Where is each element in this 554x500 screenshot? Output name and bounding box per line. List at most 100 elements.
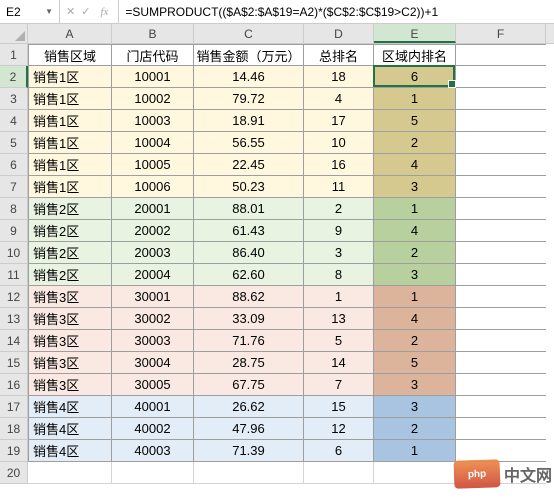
- cell[interactable]: 1: [304, 286, 374, 308]
- cell[interactable]: 销售4区: [28, 440, 112, 462]
- row-header-8[interactable]: 8: [0, 198, 28, 220]
- cell[interactable]: [456, 88, 546, 110]
- row-header-19[interactable]: 19: [0, 440, 28, 462]
- cell[interactable]: 20002: [112, 220, 194, 242]
- header-cell[interactable]: 区域内排名: [374, 44, 456, 66]
- cell[interactable]: 3: [374, 264, 456, 286]
- cell[interactable]: 15: [304, 396, 374, 418]
- cell[interactable]: [374, 462, 456, 484]
- row-header-3[interactable]: 3: [0, 88, 28, 110]
- header-cell[interactable]: 总排名: [304, 44, 374, 66]
- cell[interactable]: 88.01: [194, 198, 304, 220]
- cell[interactable]: 13: [304, 308, 374, 330]
- cell[interactable]: 销售2区: [28, 198, 112, 220]
- cell[interactable]: 销售3区: [28, 286, 112, 308]
- cell[interactable]: 销售3区: [28, 374, 112, 396]
- cell[interactable]: 2: [304, 198, 374, 220]
- cell[interactable]: 30003: [112, 330, 194, 352]
- col-header-B[interactable]: B: [112, 24, 194, 43]
- cell[interactable]: 4: [374, 220, 456, 242]
- cell[interactable]: 销售4区: [28, 396, 112, 418]
- cell[interactable]: 88.62: [194, 286, 304, 308]
- cell[interactable]: 67.75: [194, 374, 304, 396]
- col-header-E[interactable]: E: [374, 24, 456, 43]
- cell[interactable]: 10004: [112, 132, 194, 154]
- cell[interactable]: 33.09: [194, 308, 304, 330]
- cell[interactable]: [456, 132, 546, 154]
- cell[interactable]: 销售3区: [28, 352, 112, 374]
- header-cell[interactable]: 门店代码: [112, 44, 194, 66]
- cell[interactable]: 11: [304, 176, 374, 198]
- name-box[interactable]: E2 ▼: [0, 0, 60, 23]
- col-header-D[interactable]: D: [304, 24, 374, 43]
- cell[interactable]: 22.45: [194, 154, 304, 176]
- row-header-2[interactable]: 2: [0, 66, 28, 88]
- cell[interactable]: [456, 374, 546, 396]
- cell[interactable]: 20001: [112, 198, 194, 220]
- cell[interactable]: 17: [304, 110, 374, 132]
- select-all-button[interactable]: [0, 24, 28, 44]
- cell[interactable]: [456, 154, 546, 176]
- cell[interactable]: 5: [374, 110, 456, 132]
- cell[interactable]: 18: [304, 66, 374, 88]
- cell[interactable]: 2: [374, 242, 456, 264]
- cell[interactable]: [456, 286, 546, 308]
- cell[interactable]: [194, 462, 304, 484]
- cell[interactable]: 30004: [112, 352, 194, 374]
- row-header-13[interactable]: 13: [0, 308, 28, 330]
- cell[interactable]: 10005: [112, 154, 194, 176]
- cell[interactable]: 1: [374, 286, 456, 308]
- cell[interactable]: 14: [304, 352, 374, 374]
- cell[interactable]: 12: [304, 418, 374, 440]
- cell[interactable]: [112, 462, 194, 484]
- cell[interactable]: [456, 220, 546, 242]
- cell[interactable]: 30002: [112, 308, 194, 330]
- row-header-7[interactable]: 7: [0, 176, 28, 198]
- cell[interactable]: 2: [374, 418, 456, 440]
- row-header-1[interactable]: 1: [0, 44, 28, 66]
- cell[interactable]: 10: [304, 132, 374, 154]
- cell[interactable]: [456, 264, 546, 286]
- cell[interactable]: [456, 176, 546, 198]
- cell[interactable]: 40002: [112, 418, 194, 440]
- cell[interactable]: 7: [304, 374, 374, 396]
- cell[interactable]: 3: [304, 242, 374, 264]
- row-header-12[interactable]: 12: [0, 286, 28, 308]
- cell[interactable]: [456, 396, 546, 418]
- cell[interactable]: 5: [374, 352, 456, 374]
- row-header-11[interactable]: 11: [0, 264, 28, 286]
- cell[interactable]: 销售4区: [28, 418, 112, 440]
- cell[interactable]: [456, 418, 546, 440]
- cell[interactable]: 3: [374, 374, 456, 396]
- col-header-C[interactable]: C: [194, 24, 304, 43]
- row-header-17[interactable]: 17: [0, 396, 28, 418]
- cell[interactable]: 4: [374, 308, 456, 330]
- enter-icon[interactable]: ✓: [81, 5, 90, 18]
- row-header-6[interactable]: 6: [0, 154, 28, 176]
- cell[interactable]: [456, 352, 546, 374]
- header-cell[interactable]: 销售区域: [28, 44, 112, 66]
- cell[interactable]: 26.62: [194, 396, 304, 418]
- header-cell[interactable]: 销售金额（万元）: [194, 44, 304, 66]
- cell[interactable]: 销售2区: [28, 220, 112, 242]
- col-header-F[interactable]: F: [456, 24, 546, 43]
- row-header-16[interactable]: 16: [0, 374, 28, 396]
- cell[interactable]: 销售1区: [28, 132, 112, 154]
- cell[interactable]: 销售1区: [28, 154, 112, 176]
- cell[interactable]: [456, 462, 546, 484]
- cell[interactable]: 30001: [112, 286, 194, 308]
- col-header-A[interactable]: A: [28, 24, 112, 43]
- row-header-9[interactable]: 9: [0, 220, 28, 242]
- cell[interactable]: 16: [304, 154, 374, 176]
- cell[interactable]: 6: [374, 66, 456, 88]
- cancel-icon[interactable]: ✕: [66, 5, 75, 18]
- cell[interactable]: [456, 440, 546, 462]
- cell[interactable]: 86.40: [194, 242, 304, 264]
- cell[interactable]: 销售3区: [28, 330, 112, 352]
- row-header-10[interactable]: 10: [0, 242, 28, 264]
- cell[interactable]: 50.23: [194, 176, 304, 198]
- cell[interactable]: 销售1区: [28, 88, 112, 110]
- cell[interactable]: 5: [304, 330, 374, 352]
- cell[interactable]: 71.76: [194, 330, 304, 352]
- dropdown-icon[interactable]: ▼: [45, 7, 53, 16]
